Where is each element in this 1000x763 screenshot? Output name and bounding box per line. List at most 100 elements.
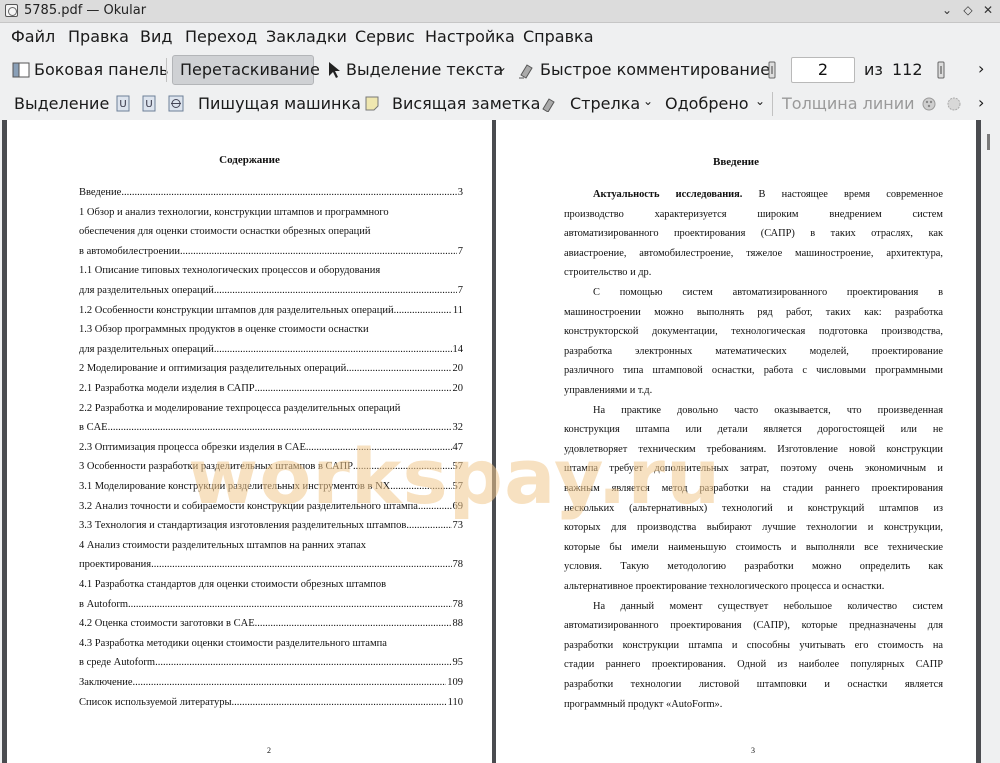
toc-entry[interactable]: Заключение 109 (79, 676, 463, 690)
toc-entry[interactable]: 3.3 Технология и стандартизация изготовл… (79, 519, 463, 533)
sticky-note-button[interactable]: Висящая заметка (392, 94, 540, 113)
toc-entry[interactable]: 1.2 Особенности конструкции штампов для … (79, 304, 463, 318)
toc-entry[interactable]: 1.3 Обзор программных продуктов в оценке… (79, 323, 463, 337)
toc-entry-page: 20 (452, 383, 464, 394)
toc-entry[interactable]: 4.1 Разработка стандартов для оценки сто… (79, 578, 463, 592)
toc-entry-page: 3 (457, 187, 463, 198)
toc-leader-dots (255, 382, 452, 396)
paragraph-line: разработки конструкции штампа и способны… (564, 639, 943, 651)
typewriter-button[interactable]: Пишущая машинка (198, 94, 361, 113)
toc-entry[interactable]: 4.2 Оценка стоимости заготовки в CAE 88 (79, 617, 463, 631)
close-icon[interactable]: ✕ (981, 3, 995, 17)
toc-entry-title: 2.2 Разработка и моделирование техпроцес… (79, 402, 401, 414)
previous-page-icon[interactable] (767, 61, 777, 79)
paragraph-line: На данный момент существует небольшое ко… (593, 600, 943, 612)
paragraph-line: конструкторской документации, технологич… (564, 326, 943, 338)
toc-entry-title: проектирования (79, 559, 152, 571)
window-menu-icon[interactable]: ⌄ (940, 3, 954, 17)
toc-entry[interactable]: 4 Анализ стоимости разделительных штампо… (79, 539, 463, 553)
arrow-dropdown-icon[interactable]: ⌄ (643, 94, 653, 108)
toc-entry[interactable]: в Autoform 78 (79, 598, 463, 612)
toc-entry[interactable]: для разделительных операций 14 (79, 343, 463, 357)
toc-entry-page: 57 (452, 461, 464, 473)
line-width-button[interactable]: Толщина линии (782, 94, 915, 113)
stamp-dropdown-icon[interactable]: ⌄ (755, 94, 765, 108)
underline-icon[interactable]: U (116, 95, 130, 112)
quick-comment-button[interactable]: Быстрое комментирование (540, 60, 770, 79)
toc-entry[interactable]: 3.1 Моделирование конструкции разделител… (79, 480, 463, 494)
toc-leader-dots (128, 598, 452, 612)
paragraph-line: управлениями и т.д. (564, 385, 653, 396)
toc-entry[interactable]: обеспечения для оценки стоимости оснастк… (79, 225, 463, 239)
window-title: 5785.pdf — Okular (24, 3, 147, 18)
next-page-icon[interactable] (936, 61, 946, 79)
toc-entry-page: 14 (452, 343, 464, 355)
sidebar-button[interactable]: Боковая панель (34, 60, 168, 79)
sidebar-icon (12, 62, 30, 78)
menu-tools[interactable]: Сервис (355, 27, 415, 46)
paragraph-line: нескольких (альтернативных) технологий и… (564, 502, 943, 514)
toc-entry[interactable]: проектирования 78 (79, 558, 463, 572)
toc-entry-title: 2.1 Разработка модели изделия в САПР (79, 383, 255, 394)
toc-entry-title: 2 Моделирование и оптимизация разделител… (79, 363, 347, 375)
menu-settings[interactable]: Настройка (425, 27, 515, 46)
toc-entry[interactable]: 4.3 Разработка методики оценки стоимости… (79, 637, 463, 651)
toc-entry[interactable]: 3.2 Анализ точности и собираемости конст… (79, 500, 463, 514)
text-select-button[interactable]: Выделение текста (346, 60, 503, 79)
scrollbar-thumb[interactable] (987, 134, 990, 150)
toc-entry[interactable]: 2.2 Разработка и моделирование техпроцес… (79, 402, 463, 416)
text-select-dropdown-icon[interactable]: ⌄ (497, 60, 507, 74)
toolbar-overflow-icon[interactable]: › (978, 93, 984, 112)
okular-app-icon (5, 4, 18, 17)
menu-file[interactable]: Файл (11, 27, 55, 46)
paragraph-line: производство характеризуется широким вне… (564, 208, 943, 220)
toc-entry[interactable]: в автомобилестроении 7 (79, 245, 463, 259)
toc-entry[interactable]: 2.3 Оптимизация процесса обрезки изделия… (79, 441, 463, 455)
toolbar-overflow-icon[interactable]: › (978, 59, 984, 78)
toc-entry-title: 1.3 Обзор программных продуктов в оценке… (79, 324, 369, 336)
toc-entry-page: 7 (457, 245, 463, 257)
document-view[interactable]: Содержание Введение 3 1 Обзор и анализ тех… (2, 120, 998, 763)
toc-entry[interactable]: 1 Обзор и анализ технологии, конструкции… (79, 206, 463, 220)
page-number-input[interactable]: 2 (791, 57, 855, 83)
toc-entry[interactable]: 1.1 Описание типовых технологических про… (79, 264, 463, 278)
menu-edit[interactable]: Правка (68, 27, 129, 46)
toc-entry[interactable]: Список используемой литературы 110 (79, 696, 463, 710)
toc-entry-page: 20 (452, 363, 464, 375)
paragraph-line: стадии раннего проектирования. Одной из … (564, 659, 943, 671)
squiggly-icon[interactable]: U (142, 95, 156, 112)
toc-entry[interactable]: 2 Моделирование и оптимизация разделител… (79, 362, 463, 376)
selection-button[interactable]: Выделение (14, 94, 109, 113)
color-icon[interactable] (921, 95, 937, 112)
toc-entry[interactable]: 3 Особенности разработки разделительных … (79, 460, 463, 474)
toc-entry[interactable]: для разделительных операций 7 (79, 284, 463, 298)
opacity-icon[interactable] (946, 95, 962, 112)
toc-heading: Содержание (219, 154, 280, 166)
toc-leader-dots (214, 343, 452, 357)
paragraph-line: строительство и др. (564, 267, 652, 279)
arrow-button[interactable]: Стрелка (570, 94, 640, 113)
toc-entry[interactable]: в среде Autoform 95 (79, 656, 463, 670)
toc-entry-title: 4.1 Разработка стандартов для оценки сто… (79, 579, 387, 590)
toc-entry-title: Список используемой литературы (79, 696, 232, 708)
toc-entry[interactable]: в CAE 32 (79, 421, 463, 435)
toc-entry-title: в CAE (79, 422, 108, 434)
toc-leader-dots (406, 519, 451, 533)
toc-entry[interactable]: Введение 3 (79, 186, 463, 200)
menu-help[interactable]: Справка (523, 27, 594, 46)
toc-leader-dots (353, 460, 451, 474)
strikeout-icon[interactable] (168, 95, 184, 112)
main-toolbar: Боковая панель Перетаскивание Выделение … (0, 52, 1000, 88)
toc-leader-dots (390, 480, 451, 494)
stamp-approved-button[interactable]: Одобрено (665, 94, 749, 113)
title-bar: 5785.pdf — Okular ⌄ ◇ ✕ (0, 0, 1000, 23)
menu-bookmarks[interactable]: Закладки (266, 27, 347, 46)
toc-leader-dots (151, 558, 451, 572)
maximize-icon[interactable]: ◇ (961, 3, 975, 17)
menu-view[interactable]: Вид (140, 27, 172, 46)
menu-go[interactable]: Переход (185, 27, 257, 46)
vertical-scrollbar[interactable] (981, 120, 998, 763)
toc-entry[interactable]: 2.1 Разработка модели изделия в САПР 20 (79, 382, 463, 396)
toc-entry-title: 4.2 Оценка стоимости заготовки в CAE (79, 618, 255, 630)
menu-bar: Файл Правка Вид Переход Закладки Сервис … (0, 23, 1000, 51)
